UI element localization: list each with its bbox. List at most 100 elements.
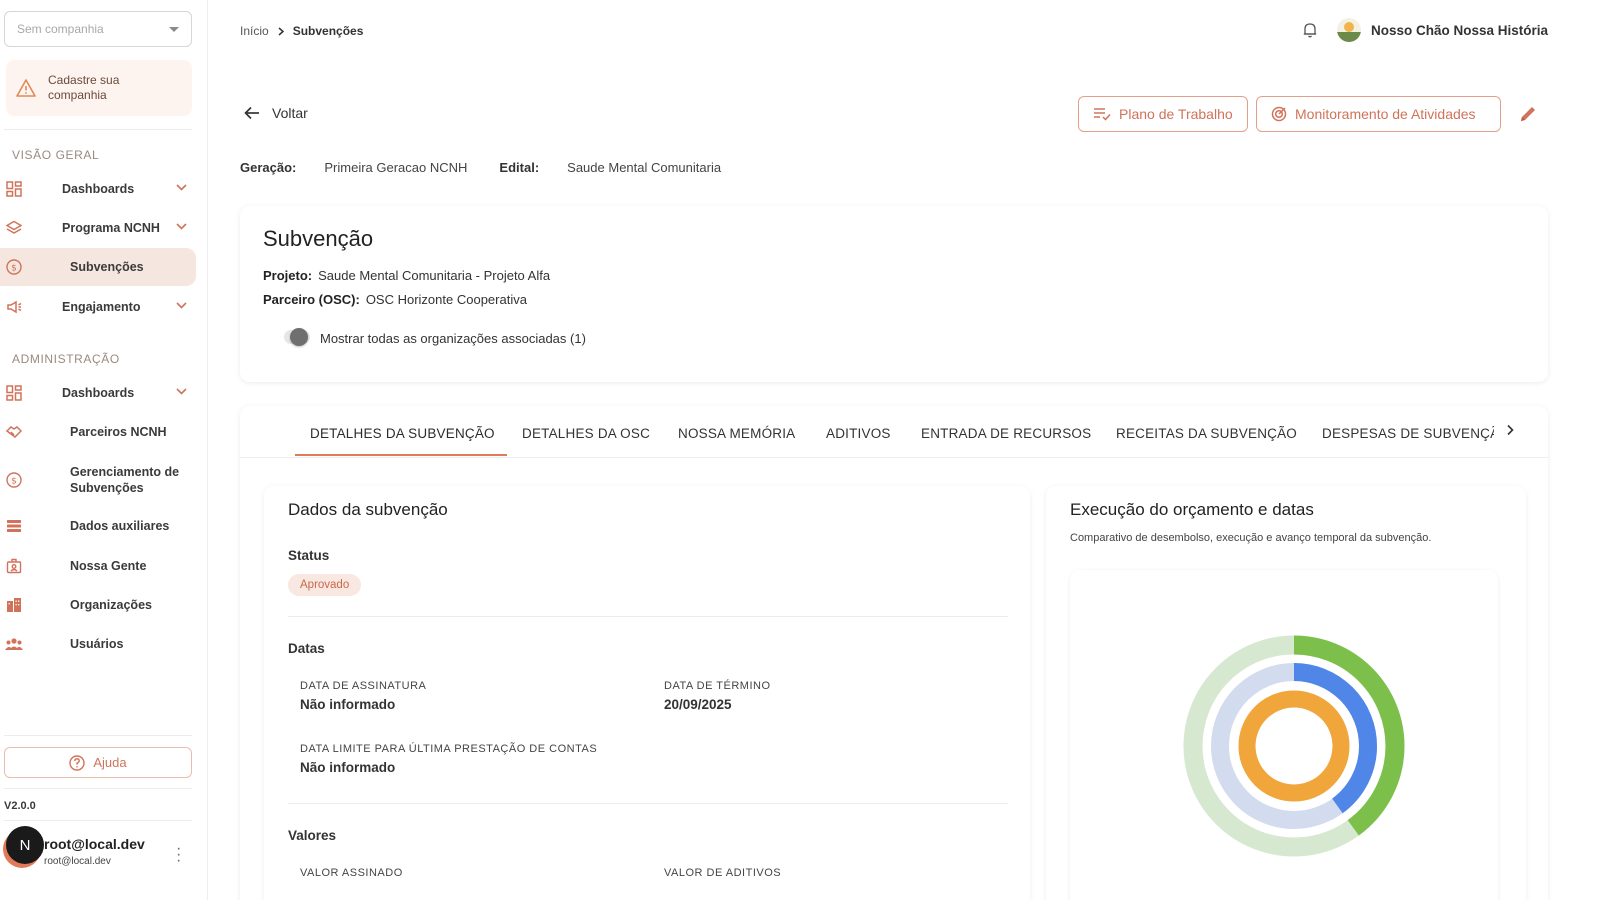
chevron-down-icon xyxy=(176,388,187,395)
monitoring-button-label: Monitoramento de Atividades xyxy=(1295,106,1476,122)
meta-row: Geração: Primeira Geracao NCNH Edital: S… xyxy=(240,160,753,175)
tab-nossa-memoria[interactable]: NOSSA MEMÓRIA xyxy=(678,426,795,441)
edital-label: Edital: xyxy=(499,160,540,175)
dashboard-grid-icon xyxy=(5,384,23,402)
user-email: root@local.dev xyxy=(44,856,111,867)
monitoring-button[interactable]: Monitoramento de Atividades xyxy=(1256,96,1501,132)
tab-receitas[interactable]: RECEITAS DA SUBVENÇÃO xyxy=(1116,426,1297,441)
list-icon xyxy=(5,517,23,535)
layers-icon xyxy=(5,219,23,237)
sidebar-item-engajamento[interactable]: Engajamento xyxy=(0,288,196,326)
generation-label: Geração: xyxy=(240,160,297,175)
sidebar-item-gerenciamento-subvencoes[interactable]: $ Gerenciamento de Subvenções xyxy=(0,460,196,500)
dashboard-grid-icon xyxy=(5,180,23,198)
divider xyxy=(4,735,192,736)
caret-down-icon xyxy=(169,26,179,32)
sidebar-item-label: Dashboards xyxy=(62,182,135,196)
divider xyxy=(288,803,1008,804)
status-badge: Aprovado xyxy=(288,574,362,596)
sidebar-item-dados-auxiliares[interactable]: Dados auxiliares xyxy=(0,507,196,545)
sidebar-item-dashboards[interactable]: Dashboards xyxy=(0,170,196,208)
signed-value-label: VALOR ASSINADO xyxy=(300,867,403,879)
generation-value: Primeira Geracao NCNH xyxy=(324,160,468,175)
work-plan-button[interactable]: Plano de Trabalho xyxy=(1078,96,1248,132)
org-name[interactable]: Nosso Chão Nossa História xyxy=(1371,23,1548,38)
tab-entrada-recursos[interactable]: ENTRADA DE RECURSOS xyxy=(921,426,1091,441)
tab-detalhes-subvencao[interactable]: DETALHES DA SUBVENÇÃO xyxy=(310,426,495,441)
building-icon xyxy=(5,596,23,614)
section-title-overview: VISÃO GERAL xyxy=(12,148,100,162)
sidebar-item-label: Parceiros NCNH xyxy=(70,425,167,439)
sidebar-item-nossa-gente[interactable]: Nossa Gente xyxy=(0,547,196,585)
section-title: Execução do orçamento e datas xyxy=(1070,500,1314,519)
partner-line: Parceiro (OSC): OSC Horizonte Cooperativa xyxy=(263,292,527,307)
section-title-admin: ADMINISTRAÇÃO xyxy=(12,352,120,366)
company-warning[interactable]: Cadastre sua companhia xyxy=(6,60,192,116)
active-tab-indicator xyxy=(295,454,507,456)
company-select[interactable]: Sem companhia xyxy=(4,11,192,47)
project-value: Saude Mental Comunitaria - Projeto Alfa xyxy=(318,268,551,283)
section-description: Comparativo de desembolso, execução e av… xyxy=(1070,532,1432,544)
sidebar-item-subvencoes[interactable]: $ Subvenções xyxy=(0,248,196,286)
limit-date-value: Não informado xyxy=(300,760,396,775)
limit-date-label: DATA LIMITE PARA ÚLTIMA PRESTAÇÃO DE CON… xyxy=(300,743,598,755)
tab-despesas[interactable]: DESPESAS DE SUBVENÇÃO xyxy=(1322,426,1494,441)
chart-container xyxy=(1070,570,1498,900)
help-button[interactable]: Ajuda xyxy=(4,747,192,778)
dates-heading: Datas xyxy=(288,641,325,656)
more-vertical-icon[interactable]: · · · xyxy=(176,841,181,869)
execucao-card: Execução do orçamento e datas Comparativ… xyxy=(1046,486,1526,900)
partner-label: Parceiro (OSC): xyxy=(263,292,360,307)
chevron-down-icon xyxy=(176,223,187,230)
target-icon xyxy=(1271,106,1287,122)
values-heading: Valores xyxy=(288,828,337,843)
warning-icon xyxy=(16,79,36,97)
amendments-value-label: VALOR DE ADITIVOS xyxy=(664,867,782,879)
tab-bar: DETALHES DA SUBVENÇÃO DETALHES DA OSC NO… xyxy=(240,406,1548,458)
project-line: Projeto: Saude Mental Comunitaria - Proje… xyxy=(263,268,550,283)
breadcrumb: Início Subvenções xyxy=(240,24,363,38)
breadcrumb-current: Subvenções xyxy=(292,24,364,38)
sidebar-item-usuarios[interactable]: Usuários xyxy=(0,625,196,663)
chevron-down-icon xyxy=(176,184,187,191)
sidebar-item-label: Nossa Gente xyxy=(70,559,147,573)
section-title: Dados da subvenção xyxy=(288,500,448,519)
header-right: Nosso Chão Nossa História xyxy=(1303,18,1548,42)
chevron-right-icon xyxy=(278,26,284,36)
sidebar-item-label: Dados auxiliares xyxy=(70,519,170,533)
partner-value: OSC Horizonte Cooperativa xyxy=(365,292,527,307)
help-button-label: Ajuda xyxy=(93,755,127,770)
signature-date-value: Não informado xyxy=(300,697,396,712)
edit-pencil-icon[interactable] xyxy=(1518,104,1538,124)
help-circle-icon xyxy=(69,754,86,771)
org-logo xyxy=(1336,18,1361,42)
details-card: DETALHES DA SUBVENÇÃO DETALHES DA OSC NO… xyxy=(240,406,1548,900)
page-title: Subvenção xyxy=(263,226,374,251)
signature-date-label: DATA DE ASSINATURA xyxy=(300,680,427,692)
chevron-down-icon xyxy=(176,302,187,309)
handshake-icon xyxy=(5,423,23,441)
divider xyxy=(4,788,192,789)
bell-icon[interactable] xyxy=(1303,22,1317,38)
svg-text:$: $ xyxy=(11,477,17,487)
back-button-label: Voltar xyxy=(272,105,308,121)
back-button[interactable]: Voltar xyxy=(244,105,308,121)
chevron-right-icon[interactable] xyxy=(1506,424,1514,436)
tab-detalhes-osc[interactable]: DETALHES DA OSC xyxy=(522,426,650,441)
edital-value: Saude Mental Comunitaria xyxy=(567,160,722,175)
end-date-value: 20/09/2025 xyxy=(664,697,732,712)
sidebar-item-label: Subvenções xyxy=(70,260,144,274)
sidebar-item-label: Organizações xyxy=(70,598,152,612)
sidebar-item-label: Gerenciamento de Subvenções xyxy=(70,465,180,495)
sidebar-item-organizacoes[interactable]: Organizações xyxy=(0,586,196,624)
show-orgs-toggle[interactable] xyxy=(284,328,310,346)
sidebar: Sem companhia Cadastre sua companhia VIS… xyxy=(0,0,208,900)
sidebar-item-programa-ncnh[interactable]: Programa NCNH xyxy=(0,209,196,247)
show-orgs-toggle-label: Mostrar todas as organizações associadas… xyxy=(320,331,586,346)
user-profile[interactable]: N root@local.dev root@local.dev · · · xyxy=(4,826,194,870)
breadcrumb-home[interactable]: Início xyxy=(240,24,269,38)
sidebar-item-parceiros-ncnh[interactable]: Parceiros NCNH xyxy=(0,413,196,451)
sidebar-item-admin-dashboards[interactable]: Dashboards xyxy=(0,374,196,412)
tab-aditivos[interactable]: ADITIVOS xyxy=(826,426,891,441)
ring-progress-2 xyxy=(1238,690,1350,802)
